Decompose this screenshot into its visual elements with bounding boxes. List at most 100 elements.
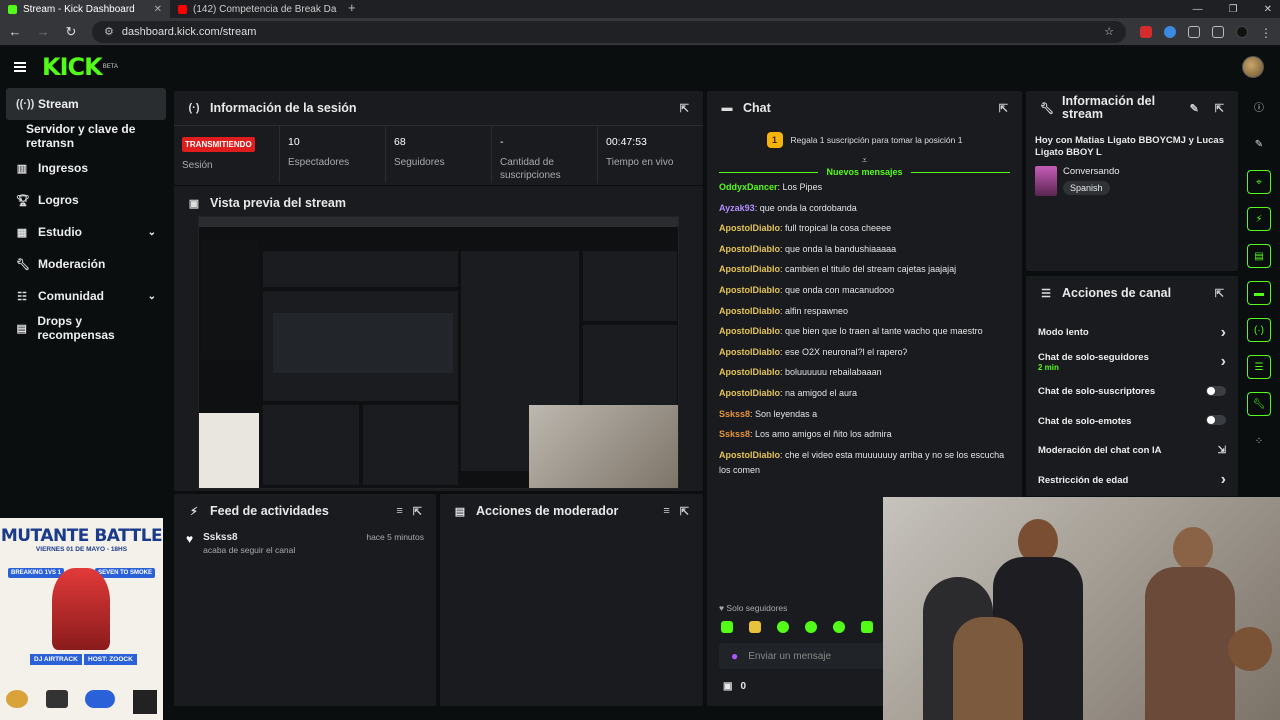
profile-icon[interactable]: [1236, 25, 1248, 38]
url-bar[interactable]: ⚙ dashboard.kick.com/stream ☆: [92, 20, 1126, 43]
chevron-right-icon[interactable]: ›: [1221, 324, 1226, 342]
channel-action-row[interactable]: Modo lento ›: [1026, 318, 1238, 348]
new-messages-divider[interactable]: Nuevos mensajes: [719, 167, 1011, 177]
toggle-container[interactable]: [1206, 385, 1226, 399]
emote-icon[interactable]: [805, 621, 817, 633]
channel-action-row[interactable]: Restricción de edad ›: [1026, 466, 1238, 496]
extension-red-icon[interactable]: [1140, 25, 1152, 38]
emote-icon[interactable]: [721, 621, 733, 633]
media-control-icon[interactable]: [1212, 25, 1224, 38]
chat-username[interactable]: ApostolDiablo: [719, 244, 780, 254]
sidebar-item-comunidad[interactable]: ☷ Comunidad ⌄: [0, 280, 172, 312]
close-tab-icon[interactable]: ✕: [154, 4, 162, 15]
popout-icon[interactable]: ⇱: [680, 102, 689, 115]
chevron-right-icon[interactable]: ›: [1221, 471, 1226, 489]
chat-username[interactable]: ApostolDiablo: [719, 264, 780, 274]
maximize-icon[interactable]: ❐: [1229, 4, 1238, 15]
chat-username[interactable]: ApostolDiablo: [719, 367, 780, 377]
scan-icon[interactable]: ⌖: [1247, 170, 1271, 194]
channel-action-row[interactable]: Moderación del chat con IA ⇲: [1026, 436, 1238, 466]
popout-icon[interactable]: ⇱: [680, 505, 689, 518]
minimize-icon[interactable]: —: [1193, 4, 1203, 15]
toggle-switch[interactable]: [1206, 385, 1226, 396]
toggle-switch[interactable]: [1206, 415, 1226, 426]
collapse-chevron-icon[interactable]: ⩡: [707, 155, 1022, 167]
chevron-right-icon[interactable]: ›: [1221, 353, 1226, 371]
emote-icon[interactable]: [833, 621, 845, 633]
chat-username[interactable]: ApostolDiablo: [719, 388, 780, 398]
external-link-icon[interactable]: ⇲: [1218, 445, 1226, 456]
edit-icon[interactable]: ✎: [1247, 132, 1271, 156]
clipboard-icon[interactable]: ▤: [1247, 244, 1271, 268]
chat-username[interactable]: OddyxDancer: [719, 182, 778, 192]
gift-counter[interactable]: ▣ 0: [723, 681, 746, 692]
toggle-container[interactable]: [1206, 414, 1226, 428]
wrench-icon[interactable]: 🔧︎: [1247, 392, 1271, 416]
site-info-icon[interactable]: ⚙: [104, 25, 114, 38]
category-thumbnail[interactable]: [1035, 165, 1057, 196]
sidebar-item-moderacion[interactable]: 🔧︎ Moderación: [0, 248, 172, 280]
chat-message: ApostolDiablo: ese O2X neuronal?l el rap…: [719, 342, 1010, 363]
chat-username[interactable]: Ayzak93: [719, 203, 755, 213]
channel-action-row[interactable]: Chat de solo-emotes: [1026, 407, 1238, 437]
popout-icon[interactable]: ⇱: [999, 102, 1008, 115]
channel-action-row[interactable]: Chat de solo-suscriptores: [1026, 377, 1238, 407]
popout-icon[interactable]: ⇱: [413, 505, 422, 518]
lightning-icon[interactable]: ⚡︎: [1247, 207, 1271, 231]
chat-icon[interactable]: ▬: [1247, 281, 1271, 305]
new-tab-button[interactable]: +: [340, 0, 364, 18]
browser-tab-kick[interactable]: Stream - Kick Dashboard ✕: [0, 0, 170, 18]
chat-username[interactable]: ApostolDiablo: [719, 326, 780, 336]
channel-action-row[interactable]: Chat de solo-seguidores 2 min ›: [1026, 348, 1238, 378]
chat-username[interactable]: ApostolDiablo: [719, 223, 780, 233]
panel-header: ☰ Acciones de canal ⇱: [1026, 276, 1238, 310]
popout-icon[interactable]: ⇱: [1215, 102, 1224, 115]
microphone-icon[interactable]: ●: [731, 649, 738, 663]
sidebar-item-drops[interactable]: ▤ Drops y recompensas: [0, 312, 172, 344]
sidebar-item-server-key[interactable]: Servidor y clave de retransn: [0, 120, 172, 152]
stream-preview-video[interactable]: [198, 216, 679, 489]
sidebar-item-estudio[interactable]: ▦ Estudio ⌄: [0, 216, 172, 248]
browser-tab-youtube[interactable]: (142) Competencia de Break Da ✕: [170, 0, 340, 18]
emote-icon[interactable]: [749, 621, 761, 633]
forward-icon[interactable]: →: [36, 24, 50, 39]
youtube-favicon-icon: [178, 4, 187, 14]
edit-pencil-icon[interactable]: ✎: [1190, 102, 1199, 115]
chat-username[interactable]: Sskss8: [719, 429, 750, 439]
sidebar-item-label: Logros: [38, 193, 79, 207]
filter-icon[interactable]: ≡: [396, 505, 402, 517]
extension-blue-icon[interactable]: [1164, 25, 1176, 38]
sidebar-item-ingresos[interactable]: ▥ Ingresos: [0, 152, 172, 184]
user-avatar[interactable]: [1242, 56, 1264, 78]
chat-username[interactable]: ApostolDiablo: [719, 285, 780, 295]
tab-title: (142) Competencia de Break Da: [193, 3, 337, 15]
info-icon[interactable]: ⓘ: [1247, 94, 1271, 118]
chat-username[interactable]: Sskss8: [719, 409, 750, 419]
chat-username[interactable]: ApostolDiablo: [719, 306, 780, 316]
category-name[interactable]: Conversando: [1063, 166, 1120, 177]
emote-icon[interactable]: [861, 621, 873, 633]
menu-dots-icon[interactable]: ⋮: [1260, 26, 1272, 40]
extensions-puzzle-icon[interactable]: [1188, 25, 1200, 38]
sidebar-item-logros[interactable]: 🏆︎ Logros: [0, 184, 172, 216]
close-window-icon[interactable]: ✕: [1264, 4, 1272, 15]
emote-icon[interactable]: [777, 621, 789, 633]
filter-icon[interactable]: ≡: [663, 505, 669, 517]
broadcast-icon[interactable]: (·): [1247, 318, 1271, 342]
popout-icon[interactable]: ⇱: [1215, 287, 1224, 300]
chat-text: que onda la cordobanda: [759, 202, 857, 213]
sidebar: ((·)) Stream Servidor y clave de retrans…: [0, 88, 172, 344]
bookmark-star-icon[interactable]: ☆: [1104, 25, 1114, 38]
chat-username[interactable]: ApostolDiablo: [719, 347, 780, 357]
activity-user[interactable]: Sskss8: [203, 532, 295, 543]
list-icon[interactable]: ☰: [1247, 355, 1271, 379]
back-icon[interactable]: ←: [8, 24, 22, 39]
webcam-person-body: [1145, 567, 1235, 720]
gift-sub-promo[interactable]: 1 Regala 1 suscripción para tomar la pos…: [707, 125, 1022, 155]
chat-username[interactable]: ApostolDiablo: [719, 450, 780, 460]
sidebar-item-stream[interactable]: ((·)) Stream: [6, 88, 166, 120]
hamburger-menu-icon[interactable]: [14, 62, 26, 72]
kick-logo[interactable]: KICK: [42, 53, 103, 81]
add-widget-icon[interactable]: ⁘: [1247, 429, 1271, 453]
reload-icon[interactable]: ↻: [64, 24, 78, 40]
